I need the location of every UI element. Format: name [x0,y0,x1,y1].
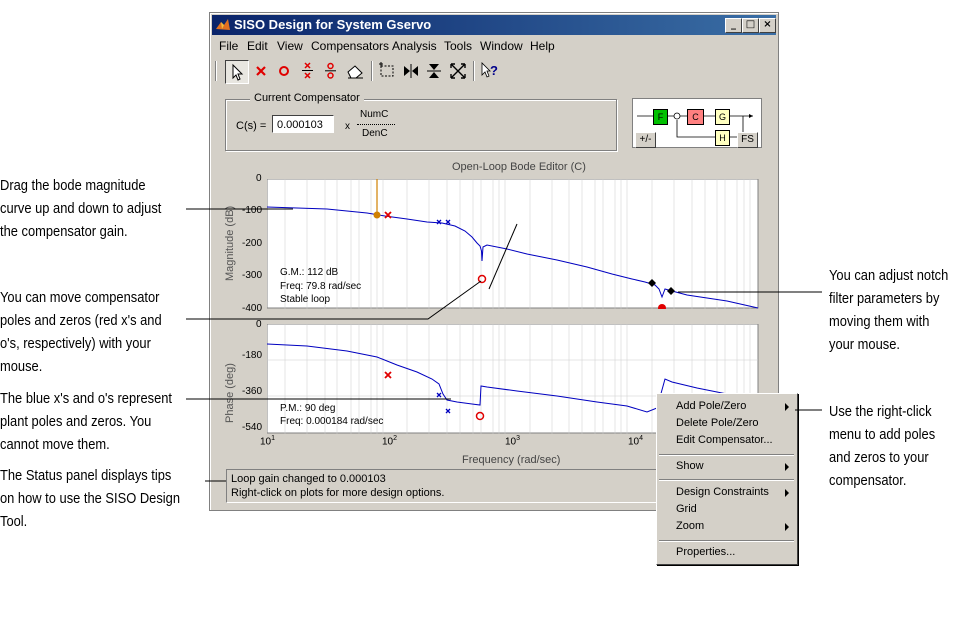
menu-window[interactable]: Window [480,39,523,53]
denominator-label: DenC [362,128,388,139]
zoom-box-icon[interactable] [376,60,398,82]
feedback-structure-button[interactable]: FS [737,132,758,148]
menu-analysis[interactable]: Analysis [392,39,437,53]
submenu-arrow-icon [785,523,789,531]
fraction-line [357,124,395,125]
prefilter-block[interactable]: F [653,109,668,125]
eraser-icon[interactable] [344,60,366,82]
menu-separator [659,540,794,542]
title-bar[interactable]: SISO Design for System Gservo _ □ × [212,15,776,35]
menu-item-delete-pole-zero[interactable]: Delete Pole/Zero [676,417,759,429]
phase-tick-label: 0 [256,319,262,330]
menu-item-add-pole-zero[interactable]: Add Pole/Zero [676,400,746,412]
menu-item-show[interactable]: Show [676,460,704,472]
compensator-gain-field[interactable]: 0.000103 [272,115,334,133]
compensator-label: C(s) = [236,120,267,132]
menu-item-edit-compensator[interactable]: Edit Compensator... [676,434,773,446]
menu-separator [659,454,794,456]
svg-text:?: ? [490,63,498,78]
menu-item-design-constraints[interactable]: Design Constraints [676,486,769,498]
menu-compensators[interactable]: Compensators [311,39,389,53]
bode-editor-title: Open-Loop Bode Editor (C) [452,161,586,173]
menu-item-properties[interactable]: Properties... [676,546,735,558]
matlab-logo-icon [216,19,230,30]
annotation-notch: You can adjust notch filter parameters by… [829,267,949,353]
menu-item-grid[interactable]: Grid [676,503,697,515]
status-panel: Loop gain changed to 0.000103 Right-clic… [226,469,668,503]
menu-file[interactable]: File [219,39,238,53]
menu-edit[interactable]: Edit [247,39,268,53]
whats-this-icon[interactable]: ? [478,60,500,82]
menu-separator [659,479,794,481]
sensor-block[interactable]: H [715,130,730,146]
x-tick-label: 104 [628,435,644,448]
fit-icon[interactable] [447,60,469,82]
menu-help[interactable]: Help [530,39,555,53]
context-menu: Add Pole/Zero Delete Pole/Zero Edit Comp… [656,393,798,565]
mag-tick-label: -400 [242,303,263,314]
plant-block[interactable]: G [715,109,730,125]
magnitude-axis-label: Magnitude (dB) [224,205,236,281]
phase-margin-label: P.M.: 90 deg [280,403,336,414]
feedback-sign-button[interactable]: +/- [635,132,656,148]
status-line: Right-click on plots for more design opt… [231,487,445,499]
maximize-button[interactable]: □ [742,18,759,33]
annotation-drag-gain: Drag the bode magnitude curve up and down… [0,177,162,240]
close-button[interactable]: × [759,18,776,33]
add-real-pole-icon[interactable] [250,60,272,82]
x-tick-label: 101 [260,435,276,448]
phase-axis-label: Phase (deg) [224,363,236,423]
menu-item-zoom[interactable]: Zoom [676,520,704,532]
gain-marker[interactable] [373,211,381,219]
mag-tick-label: -300 [242,270,263,281]
annotation-move-poles: You can move compensator poles and zeros … [0,289,162,375]
zoom-y-icon[interactable] [423,60,445,82]
annotation-status-panel: The Status panel displays tips on how to … [0,467,180,530]
mag-tick-label: 0 [256,173,262,184]
add-real-zero-icon[interactable] [273,60,295,82]
menu-tools[interactable]: Tools [444,39,472,53]
compensator-block[interactable]: C [687,109,704,125]
phase-tick-label: -360 [242,386,263,397]
minimize-button[interactable]: _ [725,18,742,33]
annotation-right-click: Use the right-click menu to add poles and … [829,403,936,489]
submenu-arrow-icon [785,463,789,471]
gain-margin-frequency: Freq: 79.8 rad/sec [280,281,362,292]
gain-margin-label: G.M.: 112 dB [280,267,339,278]
multiply-sign: x [345,121,350,132]
current-compensator-panel: Current Compensator C(s) = 0.000103 x Nu… [225,92,617,151]
compensator-group-title: Current Compensator [250,92,364,104]
add-complex-zero-icon[interactable] [320,60,342,82]
phase-margin-frequency: Freq: 0.000184 rad/sec [280,416,384,427]
toolbar: ? [213,59,513,85]
add-complex-pole-icon[interactable] [297,60,319,82]
phase-tick-label: -540 [242,422,263,433]
mag-tick-label: -100 [242,205,263,216]
submenu-arrow-icon [785,489,789,497]
frequency-axis-label: Frequency (rad/sec) [462,454,561,466]
annotation-plant-poles: The blue x's and o's represent plant pole… [0,390,173,453]
status-line: Loop gain changed to 0.000103 [231,473,386,485]
x-tick-label: 102 [382,435,398,448]
window-title: SISO Design for System Gservo [234,17,432,32]
phase-tick-label: -180 [242,350,263,361]
numerator-label: NumC [360,109,389,120]
mag-tick-label: -200 [242,238,263,249]
x-tick-label: 103 [505,435,521,448]
menu-view[interactable]: View [277,39,303,53]
submenu-arrow-icon [785,403,789,411]
zoom-x-icon[interactable] [400,60,422,82]
stability-label: Stable loop [280,294,331,305]
select-arrow-icon[interactable] [225,60,249,84]
